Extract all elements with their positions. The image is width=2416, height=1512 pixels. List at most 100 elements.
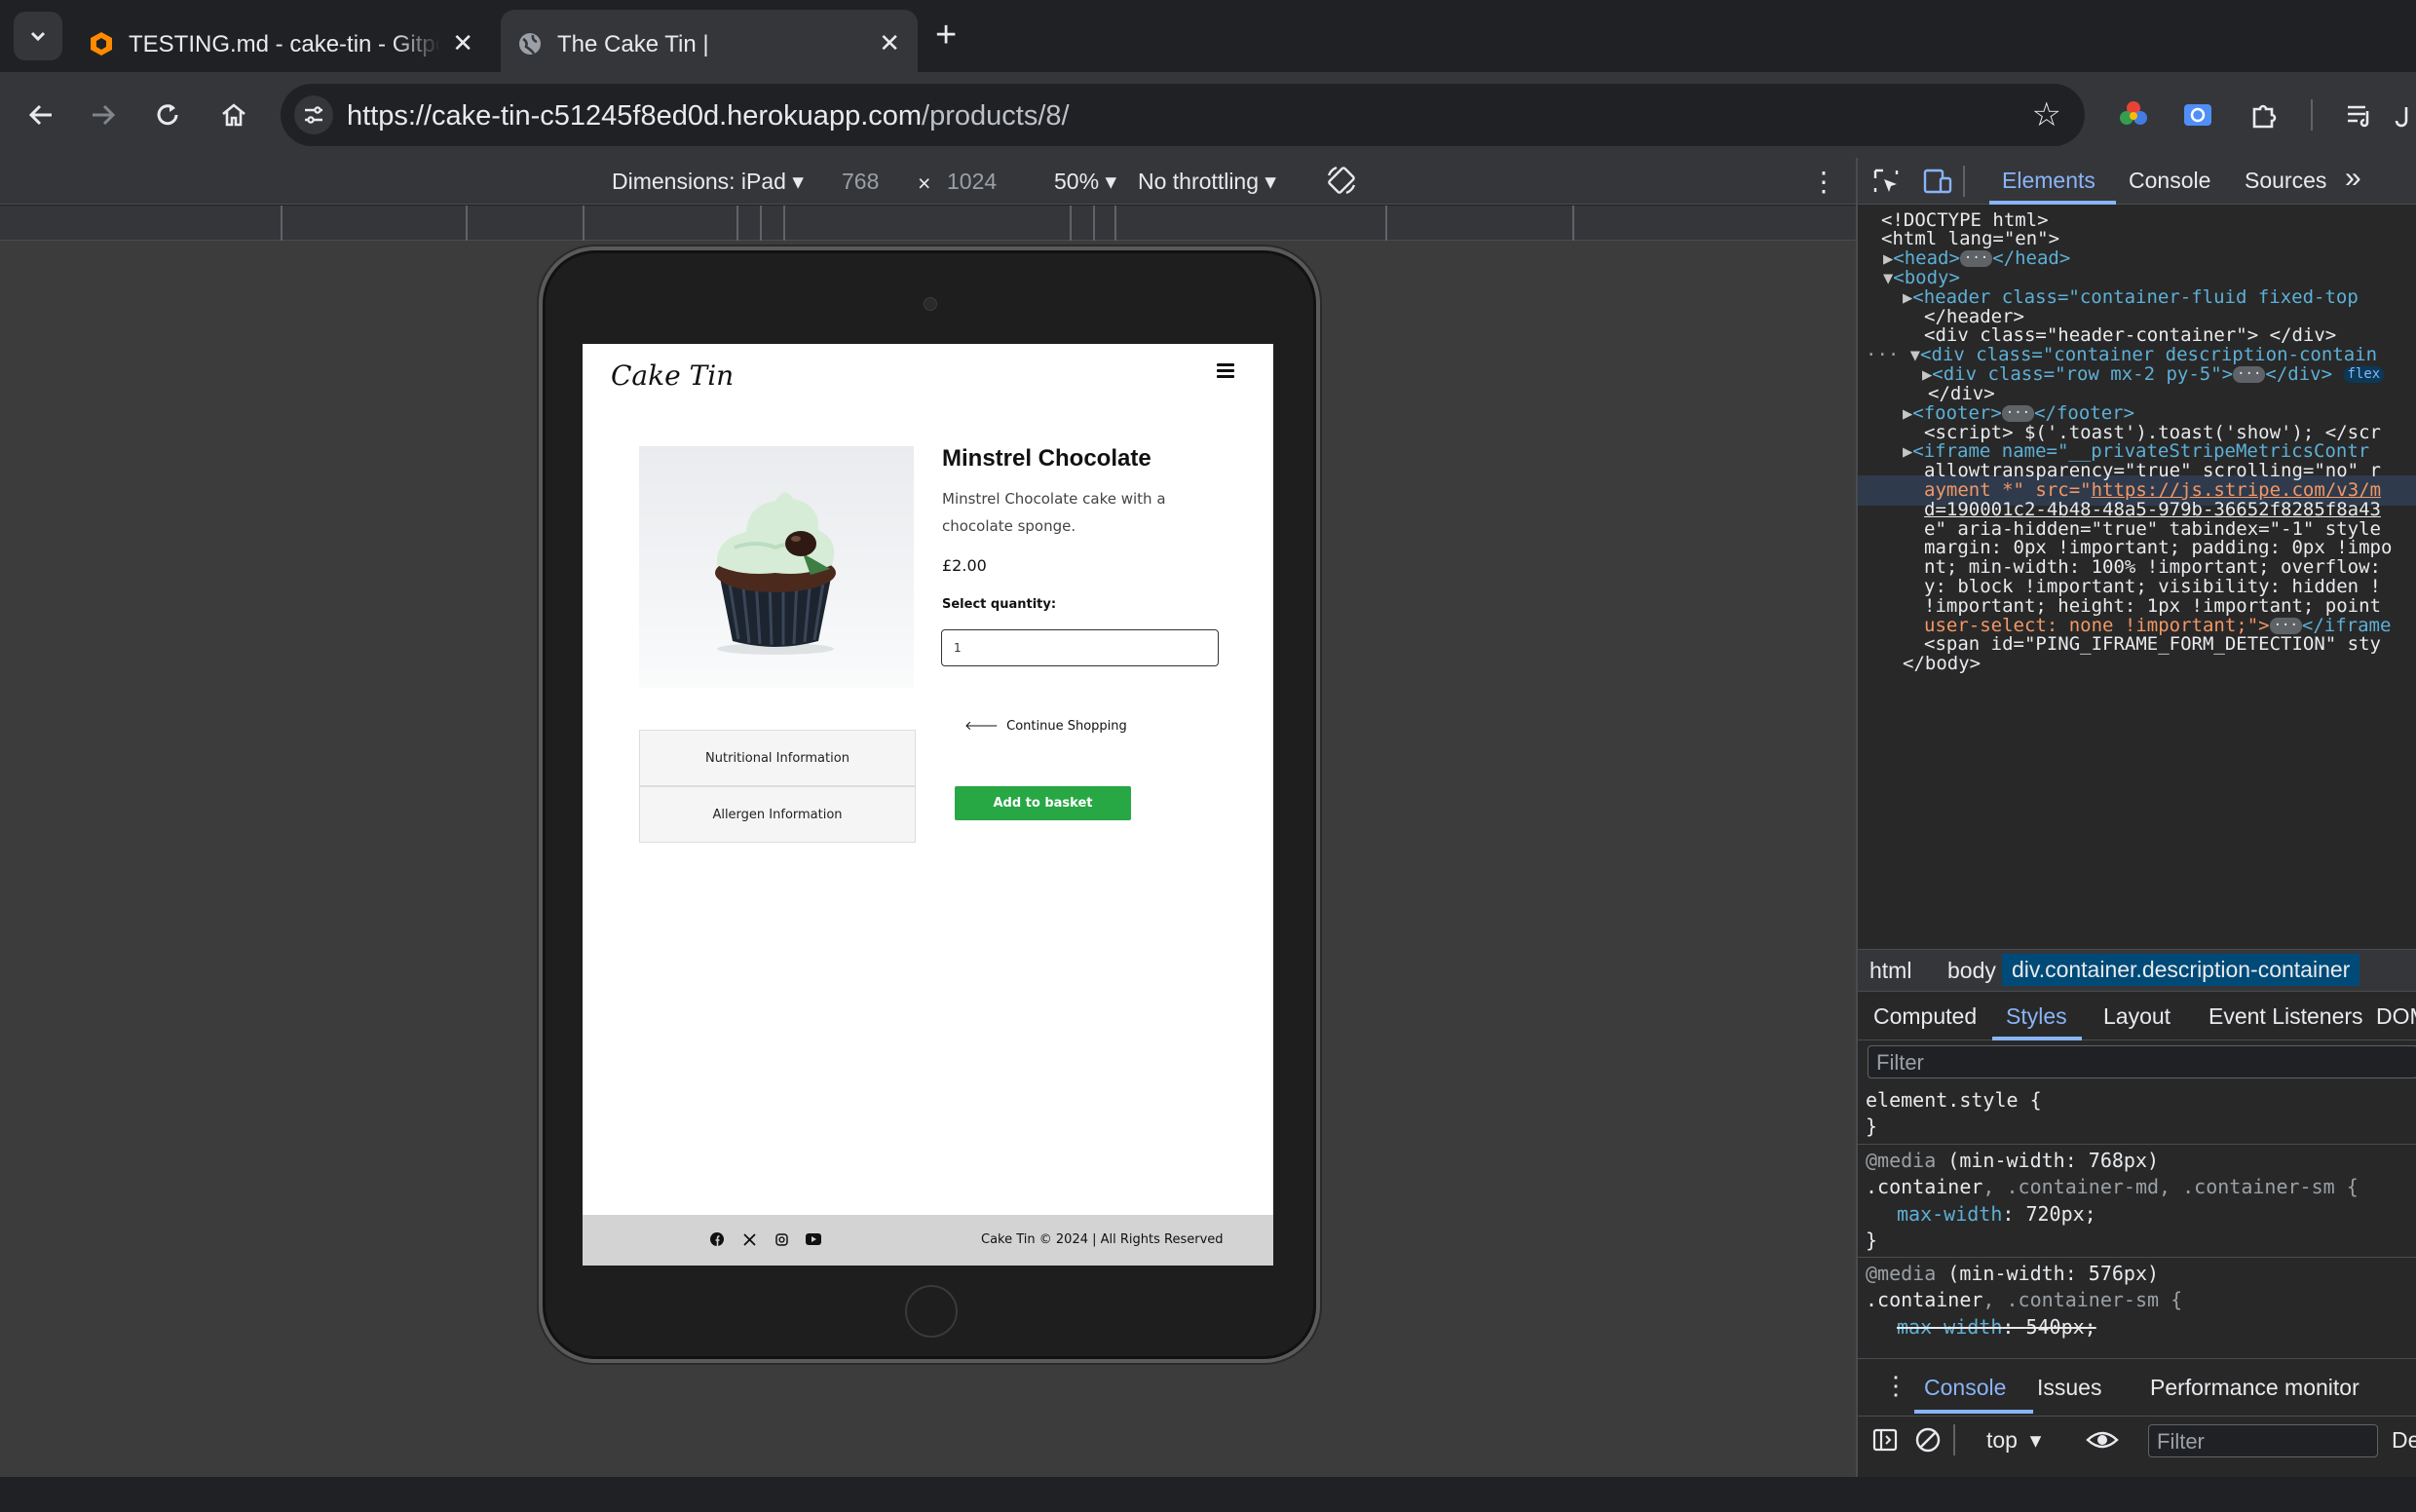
- drawer-tab-performance-monitor[interactable]: Performance monitor: [2150, 1375, 2359, 1401]
- width-input[interactable]: 768: [842, 169, 879, 195]
- site-logo[interactable]: Cake Tin: [611, 359, 734, 392]
- dom-tag: </head>: [1992, 247, 2071, 269]
- continue-shopping-link[interactable]: 🡐 Continue Shopping: [964, 718, 1127, 734]
- console-filter-input[interactable]: Filter: [2148, 1424, 2378, 1457]
- quantity-input[interactable]: 1: [941, 629, 1219, 666]
- context-select[interactable]: top ▾: [1986, 1427, 2041, 1454]
- device-toggle-icon[interactable]: [1922, 167, 1953, 202]
- youtube-icon[interactable]: [806, 1231, 821, 1247]
- style-line: }: [1866, 1228, 1878, 1252]
- new-tab-button[interactable]: +: [935, 16, 957, 55]
- css-value: 720px;: [2025, 1202, 2096, 1226]
- site-info-icon[interactable]: [294, 95, 333, 134]
- height-input[interactable]: 1024: [947, 169, 997, 195]
- drawer-tab-console[interactable]: Console: [1924, 1375, 2006, 1401]
- reload-button[interactable]: [146, 94, 189, 136]
- style-line: element.style {: [1866, 1088, 2042, 1112]
- eye-icon[interactable]: [2086, 1426, 2119, 1459]
- flex-badge[interactable]: flex: [2343, 366, 2385, 383]
- tab-cake-tin[interactable]: The Cake Tin | ✕: [501, 10, 918, 72]
- breadcrumb-body[interactable]: body: [1947, 958, 1996, 984]
- allergen-info-accordion[interactable]: Allergen Information: [639, 786, 916, 843]
- more-tabs-icon[interactable]: »: [2345, 162, 2361, 195]
- facebook-icon[interactable]: [709, 1231, 725, 1247]
- style-separator: [1858, 1257, 2416, 1258]
- screenshot-extension-icon[interactable]: [2178, 95, 2217, 134]
- tab-title: TESTING.md - cake-tin - Gitpod: [129, 31, 440, 57]
- breadcrumb: html body div.container.description-cont…: [1858, 949, 2416, 992]
- css-property: max-width: [1897, 1202, 2003, 1226]
- back-button[interactable]: [19, 94, 62, 136]
- devtools-tabbar: Elements Console Sources »: [1858, 158, 2416, 205]
- throttling-label: No throttling: [1138, 169, 1260, 194]
- page-footer: Cake Tin © 2024 | All Rights Reserved: [583, 1215, 1273, 1266]
- media-keyword: @media: [1866, 1262, 1937, 1285]
- tab-console[interactable]: Console: [2129, 168, 2210, 194]
- dom-tag: </div>: [2265, 363, 2333, 385]
- style-line: @media (min-width: 768px): [1866, 1148, 2159, 1175]
- dimensions-select[interactable]: Dimensions: iPad ▾: [612, 169, 804, 195]
- close-icon[interactable]: ✕: [452, 29, 473, 57]
- add-to-basket-button[interactable]: Add to basket: [955, 786, 1131, 820]
- color-wheel-extension-icon[interactable]: [2114, 95, 2153, 134]
- clear-console-icon[interactable]: [1914, 1426, 1942, 1459]
- footer-copyright: Cake Tin © 2024 | All Rights Reserved: [981, 1232, 1224, 1247]
- style-line[interactable]: max-width: 720px;: [1897, 1201, 2096, 1228]
- arrow-left-icon: 🡐: [964, 719, 999, 734]
- subtab-dom[interactable]: DOM: [2376, 1003, 2416, 1030]
- inspect-element-icon[interactable]: [1871, 167, 1901, 202]
- default-levels-select[interactable]: De: [2392, 1427, 2416, 1454]
- sidebar-toggle-icon[interactable]: [1871, 1426, 1899, 1459]
- subtab-event-listeners[interactable]: Event Listeners: [2208, 1003, 2363, 1030]
- subtab-styles[interactable]: Styles: [2006, 1003, 2067, 1030]
- address-bar[interactable]: https://cake-tin-c51245f8ed0d.herokuapp.…: [281, 84, 2085, 146]
- tab-gitpod[interactable]: TESTING.md - cake-tin - Gitpod ✕: [72, 10, 491, 72]
- profile-icon[interactable]: [2393, 95, 2416, 134]
- product-image: [639, 446, 914, 688]
- reading-list-icon[interactable]: [2340, 95, 2379, 134]
- nutritional-info-accordion[interactable]: Nutritional Information: [639, 730, 916, 786]
- styles-filter-input[interactable]: Filter: [1868, 1045, 2416, 1078]
- x-icon[interactable]: [741, 1231, 757, 1247]
- style-line-overridden[interactable]: max-width: 540px;: [1897, 1314, 2096, 1342]
- hamburger-menu-icon[interactable]: [1217, 363, 1234, 379]
- drawer-menu-icon[interactable]: ⋮: [1883, 1371, 1908, 1401]
- url-host: https://cake-tin-c51245f8ed0d.herokuapp.…: [347, 100, 923, 132]
- caret-down-icon: ▾: [2029, 1427, 2042, 1453]
- tab-sources[interactable]: Sources: [2245, 168, 2326, 194]
- close-icon[interactable]: ✕: [879, 29, 900, 57]
- tab-search-button[interactable]: [14, 12, 62, 60]
- css-property: max-width: [1897, 1315, 2003, 1339]
- style-separator: [1858, 1144, 2416, 1145]
- breadcrumb-html[interactable]: html: [1869, 958, 1911, 984]
- rotate-button[interactable]: [1325, 164, 1358, 203]
- style-line: .container, .container-sm {: [1866, 1287, 2182, 1314]
- drawer-tab-issues[interactable]: Issues: [2037, 1375, 2101, 1401]
- breadcrumb-selected[interactable]: div.container.description-container: [2002, 954, 2360, 986]
- dimensions-label: Dimensions: iPad: [612, 169, 786, 194]
- dom-tree: <!DOCTYPE html> <html lang="en"> ▶<head>…: [1858, 206, 2416, 946]
- style-line: }: [1866, 1115, 1878, 1138]
- zoom-select[interactable]: 50% ▾: [1054, 169, 1116, 195]
- arrow-right-icon: [93, 104, 116, 126]
- extensions-puzzle-icon[interactable]: [2245, 95, 2284, 134]
- console-toolbar: top ▾ Filter De: [1858, 1416, 2416, 1464]
- subtab-computed[interactable]: Computed: [1873, 1003, 1977, 1030]
- quantity-label: Select quantity:: [942, 597, 1057, 612]
- selector-rest: , .container-md, .container-sm {: [1982, 1175, 2359, 1198]
- selector: .container: [1866, 1288, 1983, 1311]
- home-button[interactable]: [212, 94, 255, 136]
- dom-line[interactable]: </body>: [1903, 649, 1981, 679]
- style-line: @media (min-width: 576px): [1866, 1261, 2159, 1288]
- bookmark-star-icon[interactable]: ☆: [2032, 95, 2061, 134]
- subtab-layout[interactable]: Layout: [2103, 1003, 2171, 1030]
- forward-button[interactable]: [82, 94, 125, 136]
- throttling-select[interactable]: No throttling ▾: [1138, 169, 1276, 195]
- dom-line[interactable]: <span id="PING_IFRAME_FORM_DETECTION" st…: [1924, 629, 2381, 660]
- more-options-icon[interactable]: ⋮: [1810, 166, 1837, 198]
- instagram-icon[interactable]: [774, 1231, 789, 1247]
- device-toolbar: Dimensions: iPad ▾ 768 × 1024 50% ▾ No t…: [0, 158, 1856, 205]
- product-price: £2.00: [942, 556, 987, 575]
- media-keyword: @media: [1866, 1149, 1937, 1172]
- tab-elements[interactable]: Elements: [2002, 168, 2095, 194]
